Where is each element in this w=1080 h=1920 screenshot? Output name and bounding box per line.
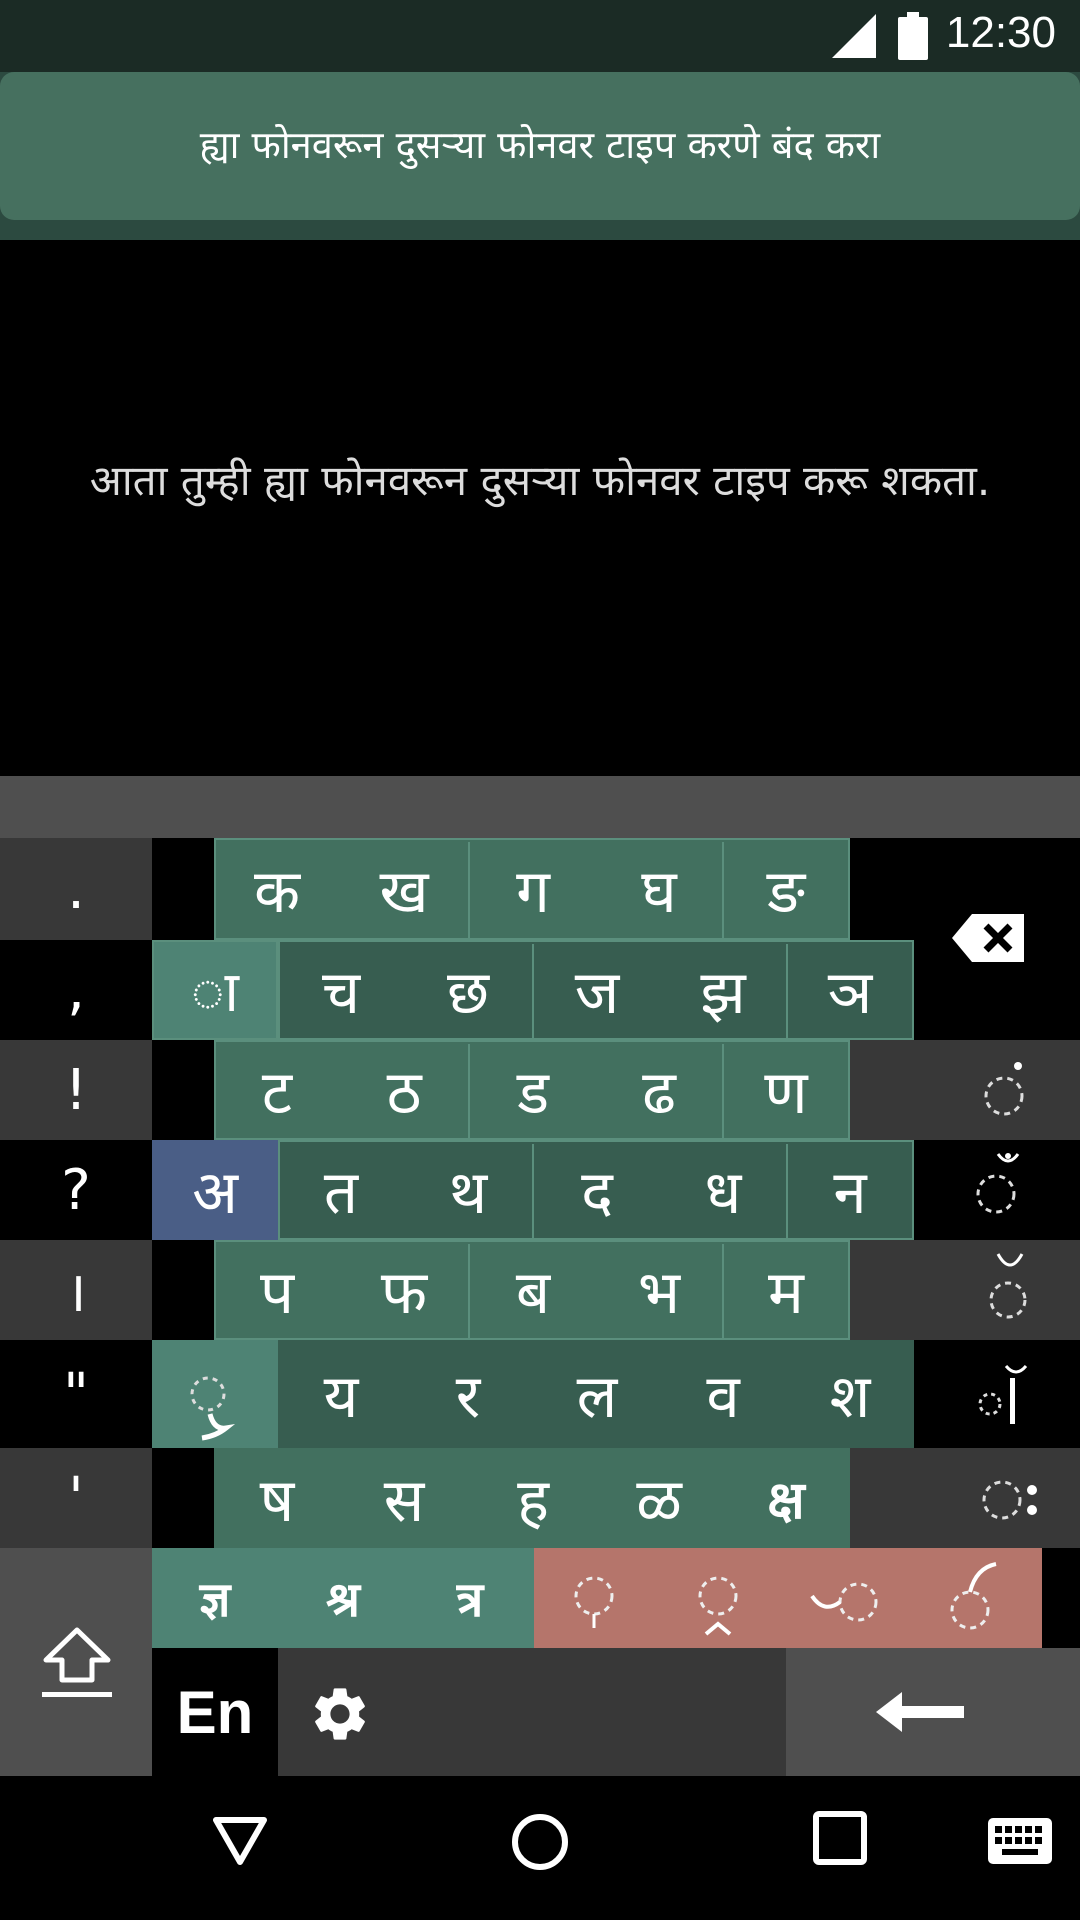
key-nga[interactable]: ङ (724, 838, 848, 940)
visarga-icon[interactable] (980, 1474, 1042, 1524)
key-ya[interactable]: य (278, 1340, 404, 1448)
key-sha[interactable]: श (788, 1340, 912, 1448)
key-pha[interactable]: फ (340, 1240, 468, 1340)
key-vowel-a[interactable]: अ (152, 1140, 278, 1240)
key-cha[interactable]: च (278, 940, 404, 1040)
key-dha[interactable]: ध (660, 1140, 786, 1240)
shift-icon (42, 1627, 112, 1697)
key-jnya[interactable]: ज्ञ (152, 1548, 278, 1648)
anusvara-icon[interactable] (978, 1058, 1034, 1122)
main-message: आता तुम्ही ह्या फोनवरून दुसऱ्या फोनवर टा… (89, 456, 991, 505)
key-single-quote[interactable]: ' (0, 1448, 152, 1548)
key-ssa[interactable]: ष (214, 1448, 340, 1548)
key-tha[interactable]: थ (404, 1140, 532, 1240)
candra-o-matra-icon[interactable] (976, 1364, 1040, 1428)
enter-icon (876, 1692, 964, 1732)
back-icon[interactable] (210, 1810, 270, 1870)
key-la[interactable]: ल (534, 1340, 660, 1448)
language-switch-key[interactable]: En (152, 1648, 278, 1776)
key-question[interactable]: ? (0, 1140, 152, 1240)
key-chha[interactable]: छ (404, 940, 532, 1040)
backspace-icon[interactable] (950, 912, 1028, 964)
home-icon[interactable] (508, 1810, 572, 1874)
key-double-quote[interactable]: " (0, 1340, 152, 1448)
key-ksha[interactable]: क्ष (724, 1448, 848, 1548)
key-comma[interactable]: , (0, 940, 152, 1040)
enter-key[interactable] (786, 1648, 1080, 1776)
right-col-3 (848, 1040, 1080, 1140)
aa-matra-label: ◌ा (191, 960, 239, 1025)
chandrabindu-icon[interactable] (970, 1148, 1030, 1220)
key-ka[interactable]: क (214, 838, 340, 940)
key-gha[interactable]: घ (596, 838, 722, 940)
ri-matra-icon[interactable] (808, 1572, 888, 1632)
key-ha[interactable]: ह (470, 1448, 596, 1548)
right-col-5 (848, 1240, 1080, 1340)
key-tra[interactable]: त्र (406, 1548, 534, 1648)
key-jha[interactable]: झ (660, 940, 786, 1040)
stop-typing-label[interactable]: ह्या फोनवरून दुसऱ्या फोनवर टाइप करणे बंद… (0, 118, 1080, 170)
suggestion-strip (0, 776, 1080, 838)
status-bar: 12:30 (0, 0, 1080, 72)
key-ta[interactable]: त (278, 1140, 404, 1240)
recents-icon[interactable] (812, 1810, 868, 1866)
key-shra[interactable]: श्र (280, 1548, 406, 1648)
u-matra-icon[interactable] (568, 1572, 620, 1634)
key-va[interactable]: व (660, 1340, 786, 1448)
halant-icon (190, 1376, 236, 1441)
key-ga[interactable]: ग (470, 838, 596, 940)
clock: 12:30 (945, 8, 1056, 57)
key-exclamation[interactable]: ! (0, 1040, 152, 1140)
key-bha[interactable]: भ (596, 1240, 722, 1340)
key-tta[interactable]: ट (214, 1040, 340, 1140)
key-pa[interactable]: प (214, 1240, 340, 1340)
settings-icon[interactable] (308, 1682, 372, 1746)
chandra-icon[interactable] (978, 1250, 1038, 1322)
key-kha[interactable]: ख (340, 838, 468, 940)
key-nna[interactable]: ण (724, 1040, 848, 1140)
right-col-7 (848, 1448, 1080, 1548)
key-lla[interactable]: ळ (596, 1448, 722, 1548)
matra-row-end (1042, 1548, 1080, 1648)
key-ma[interactable]: म (724, 1240, 848, 1340)
key-period[interactable]: . (0, 838, 152, 940)
uu-matra-icon[interactable] (690, 1572, 746, 1644)
shift-key[interactable] (0, 1548, 152, 1776)
key-sa[interactable]: स (340, 1448, 468, 1548)
key-ra[interactable]: र (404, 1340, 532, 1448)
key-na[interactable]: न (788, 1140, 912, 1240)
signal-icon (832, 14, 876, 58)
key-ja[interactable]: ज (534, 940, 660, 1040)
key-ttha[interactable]: ठ (340, 1040, 468, 1140)
key-ba[interactable]: ब (470, 1240, 596, 1340)
key-ddha[interactable]: ढ (596, 1040, 722, 1140)
key-nya[interactable]: ञ (788, 940, 912, 1040)
key-danda[interactable]: । (0, 1240, 152, 1340)
keyboard-icon[interactable] (988, 1818, 1052, 1864)
navigation-bar (0, 1776, 1080, 1920)
e-matra-icon[interactable] (944, 1560, 1008, 1636)
key-da[interactable]: द (534, 1140, 660, 1240)
key-dda[interactable]: ड (470, 1040, 596, 1140)
battery-icon (898, 12, 928, 60)
